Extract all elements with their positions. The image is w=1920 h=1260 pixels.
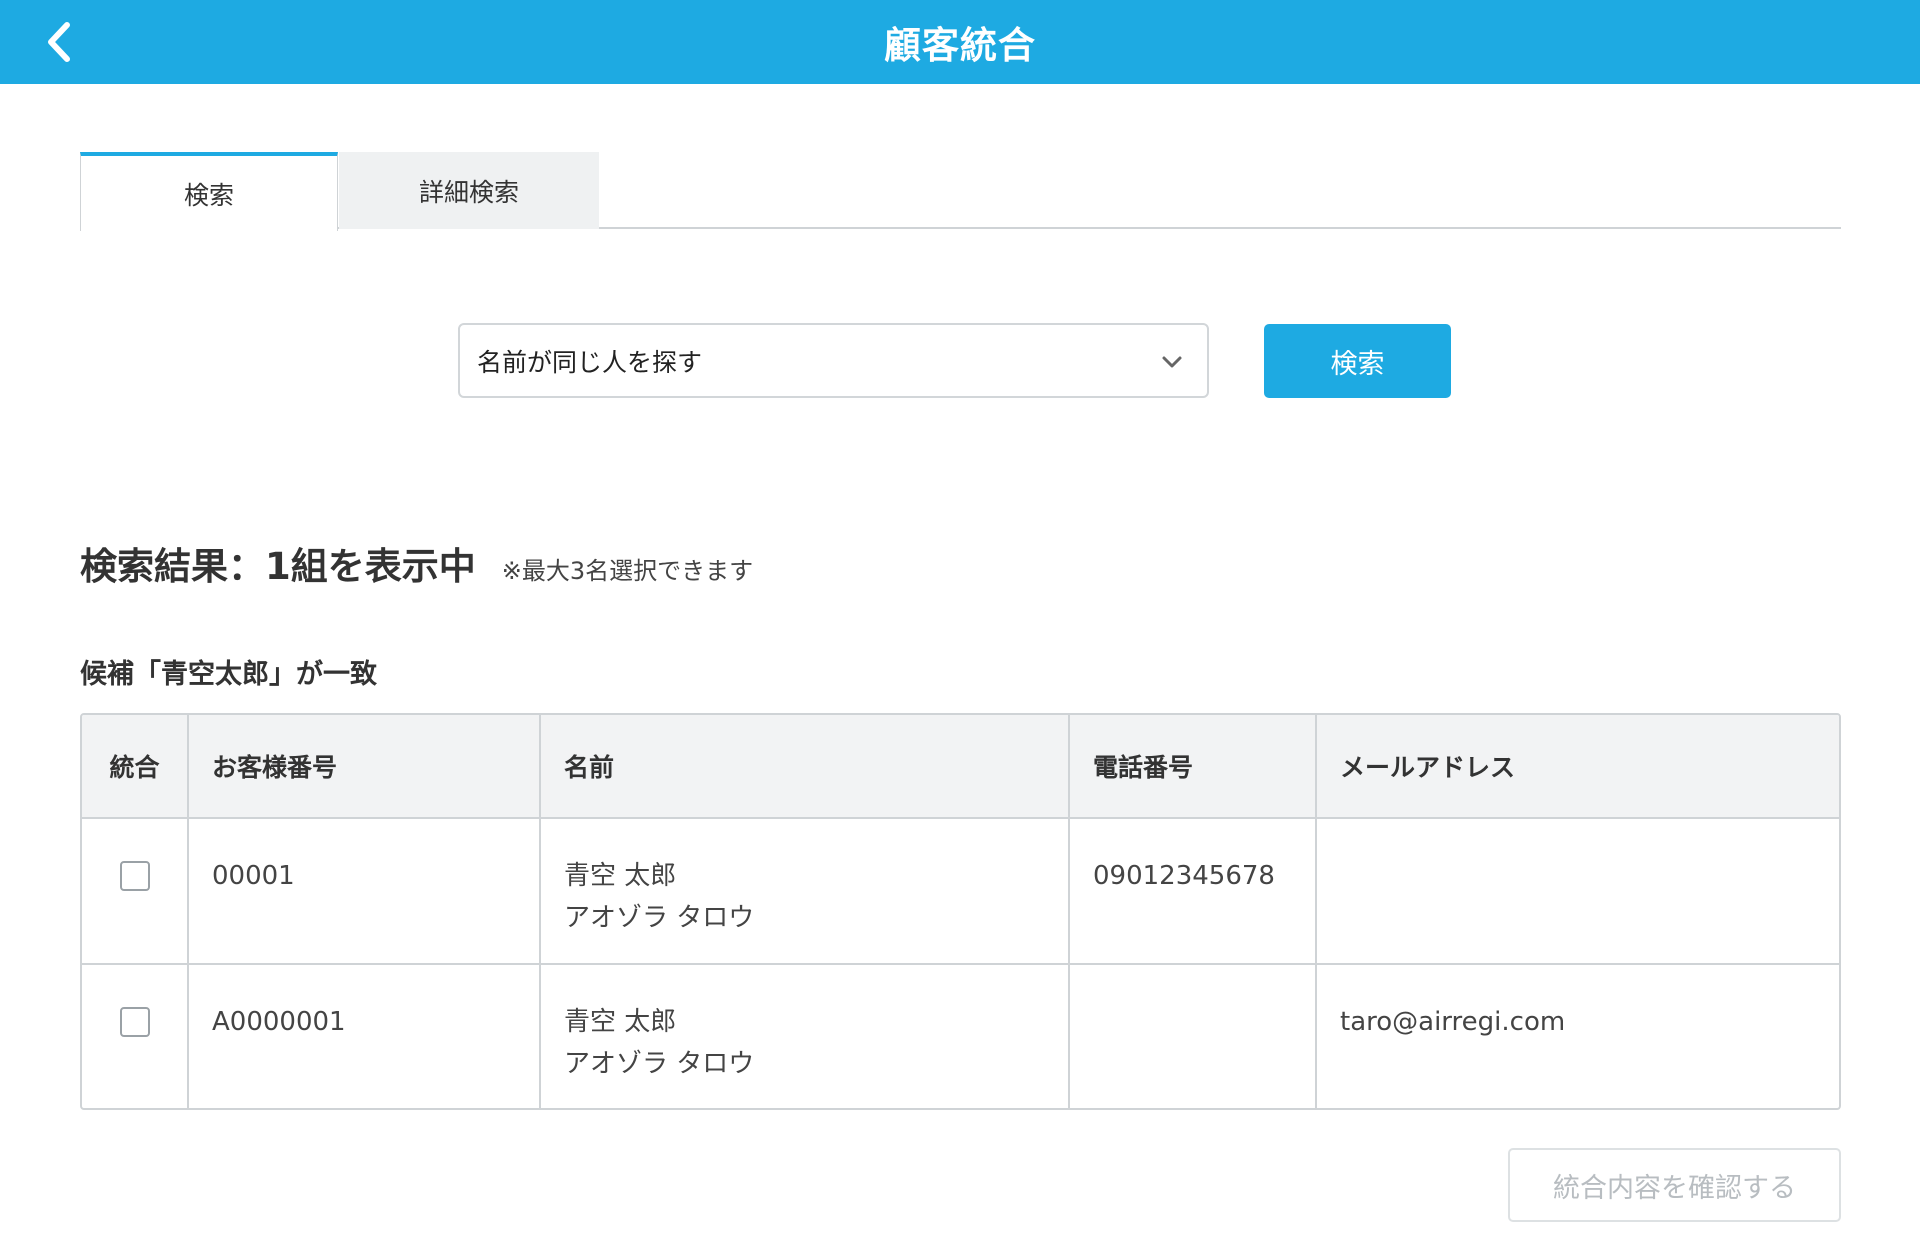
- name-cell: 青空 太郎 アオゾラ タロウ: [540, 964, 1070, 1108]
- results-heading: 検索結果：1組を表示中 ※最大3名選択できます: [80, 536, 753, 590]
- merge-checkbox[interactable]: [119, 1007, 150, 1037]
- column-header-merge: 統合: [82, 715, 189, 819]
- column-header-phone: 電話番号: [1069, 715, 1317, 819]
- confirm-merge-button[interactable]: 統合内容を確認する: [1508, 1148, 1841, 1222]
- table-header-row: 統合 お客様番号 名前 電話番号 メールアドレス: [82, 715, 1839, 819]
- customer-kana: アオゾラ タロウ: [564, 903, 755, 933]
- column-header-name: 名前: [540, 715, 1070, 819]
- customer-name: 青空 太郎: [564, 1007, 677, 1037]
- customer-no-cell: A0000001: [188, 964, 541, 1108]
- back-button[interactable]: [30, 14, 86, 70]
- customer-no-cell: 00001: [188, 818, 541, 965]
- candidate-label: 候補「青空太郎」が一致: [80, 659, 377, 690]
- merge-cell: [82, 818, 189, 965]
- column-header-email: メールアドレス: [1316, 715, 1839, 819]
- chevron-down-icon: [1159, 349, 1185, 375]
- tab-detailed-search[interactable]: 詳細検索: [339, 152, 599, 229]
- merge-cell: [82, 964, 189, 1108]
- name-cell: 青空 太郎 アオゾラ タロウ: [540, 818, 1070, 965]
- column-header-customer-no: お客様番号: [188, 715, 541, 819]
- table-row: 00001 青空 太郎 アオゾラ タロウ 09012345678: [82, 818, 1839, 965]
- app-header: 顧客統合: [0, 0, 1920, 84]
- results-table: 統合 お客様番号 名前 電話番号 メールアドレス 00001 青空 太郎 アオゾ…: [80, 713, 1841, 1110]
- merge-checkbox[interactable]: [119, 861, 150, 891]
- results-note: ※最大3名選択できます: [501, 557, 754, 585]
- chevron-left-icon: [48, 22, 70, 62]
- phone-cell: [1069, 964, 1317, 1108]
- customer-kana: アオゾラ タロウ: [564, 1049, 755, 1079]
- results-title: 検索結果：1組を表示中: [80, 545, 476, 588]
- tab-search[interactable]: 検索: [80, 152, 338, 231]
- customer-name: 青空 太郎: [564, 861, 677, 891]
- phone-cell: 09012345678: [1069, 818, 1317, 965]
- search-type-select[interactable]: 名前が同じ人を探す: [458, 323, 1209, 398]
- table-row: A0000001 青空 太郎 アオゾラ タロウ taro@airregi.com: [82, 964, 1839, 1108]
- page-title: 顧客統合: [884, 24, 1036, 67]
- email-cell: taro@airregi.com: [1340, 1007, 1566, 1037]
- select-value: 名前が同じ人を探す: [477, 347, 703, 377]
- email-cell: [1316, 818, 1839, 965]
- search-button[interactable]: 検索: [1264, 324, 1451, 398]
- search-tabs: 検索 詳細検索: [80, 152, 1841, 231]
